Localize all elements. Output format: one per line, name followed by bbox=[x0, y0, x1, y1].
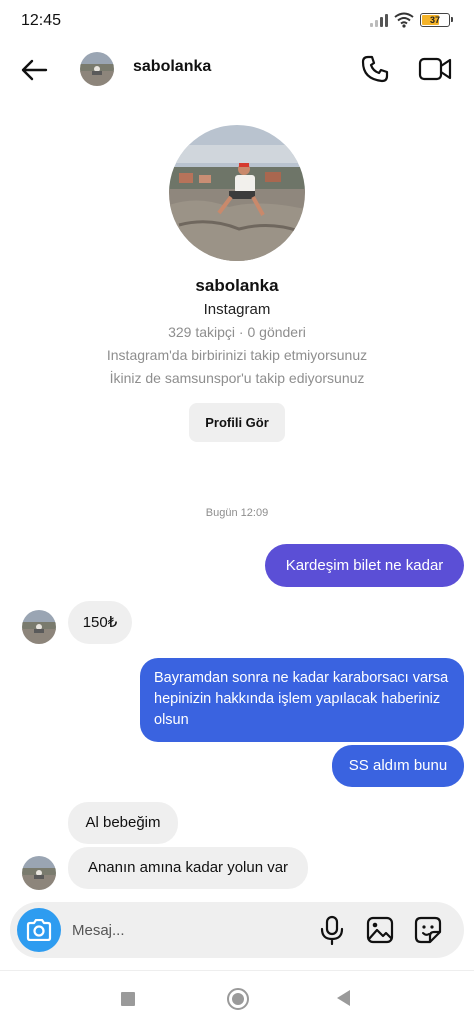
back-arrow-icon bbox=[21, 59, 48, 81]
message-incoming[interactable]: Ananın amına kadar yolun var bbox=[68, 847, 308, 889]
mutual-follow: İkiniz de samsunspor'u takip ediyorsunuz bbox=[109, 370, 365, 386]
voice-call-button[interactable] bbox=[360, 54, 390, 84]
message-composer bbox=[10, 902, 464, 958]
home-circle-icon[interactable] bbox=[227, 988, 249, 1010]
gallery-icon bbox=[366, 916, 394, 944]
message-outgoing[interactable]: SS aldım bunu bbox=[332, 745, 464, 787]
message-incoming[interactable]: Al bebeğim bbox=[68, 802, 178, 844]
camera-icon bbox=[26, 919, 52, 941]
message-outgoing[interactable]: Kardeşim bilet ne kadar bbox=[265, 544, 464, 587]
avatar-image bbox=[22, 610, 56, 644]
system-navbar bbox=[0, 970, 474, 1027]
avatar-image bbox=[80, 52, 114, 86]
view-profile-button[interactable]: Profili Gör bbox=[189, 403, 285, 442]
message-incoming[interactable]: 150₺ bbox=[68, 601, 132, 644]
header-username[interactable]: sabolanka bbox=[133, 58, 211, 76]
avatar[interactable] bbox=[22, 856, 56, 890]
microphone-button[interactable] bbox=[319, 915, 345, 946]
profile-app-label: Instagram bbox=[203, 301, 271, 318]
message-outgoing[interactable]: Bayramdan sonra ne kadar karaborsacı var… bbox=[140, 658, 464, 742]
signal-icon bbox=[370, 13, 388, 27]
wifi-icon bbox=[394, 12, 414, 28]
back-button[interactable] bbox=[18, 54, 50, 86]
follow-status: Instagram'da birbirinizi takip etmiyorsu… bbox=[106, 347, 368, 363]
chat-header: sabolanka bbox=[0, 44, 474, 94]
message-input[interactable] bbox=[72, 919, 302, 941]
sticker-button[interactable] bbox=[413, 915, 443, 945]
chat-timestamp: Bugün 12:09 bbox=[205, 507, 269, 519]
profile-username: sabolanka bbox=[195, 276, 279, 295]
profile-stats: 329 takipçi · 0 gönderi bbox=[168, 324, 306, 340]
profile-picture[interactable] bbox=[169, 125, 305, 261]
sticker-icon bbox=[414, 916, 442, 944]
avatar[interactable] bbox=[80, 52, 114, 86]
status-icons: 37 bbox=[370, 12, 453, 28]
recents-square-icon[interactable] bbox=[121, 992, 135, 1006]
video-call-button[interactable] bbox=[418, 54, 452, 84]
battery-level: 37 bbox=[429, 15, 440, 25]
status-time: 12:45 bbox=[21, 12, 62, 29]
battery-icon: 37 bbox=[420, 13, 453, 27]
phone-icon bbox=[361, 55, 389, 83]
back-triangle-icon[interactable] bbox=[337, 990, 350, 1006]
profile-photo bbox=[169, 125, 305, 261]
avatar[interactable] bbox=[22, 610, 56, 644]
camera-button[interactable] bbox=[17, 908, 61, 952]
status-bar: 12:45 37 bbox=[0, 0, 474, 44]
microphone-icon bbox=[320, 915, 344, 946]
gallery-button[interactable] bbox=[365, 915, 395, 945]
video-camera-icon bbox=[418, 57, 452, 81]
avatar-image bbox=[22, 856, 56, 890]
